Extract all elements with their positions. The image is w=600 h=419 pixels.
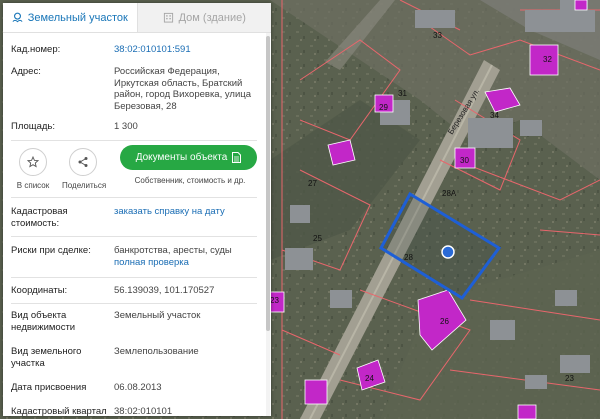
risks-value: банкротства, аресты, суды полная проверк… — [114, 245, 257, 268]
info-label: Вид земельного участка — [11, 346, 82, 369]
info-row-risks: Риски при сделке: банкротства, аресты, с… — [3, 245, 265, 268]
info-row-quarter: Кадастровый квартал 38:02:010101 — [3, 406, 265, 416]
share-button[interactable]: Поделиться — [62, 148, 107, 190]
info-label: Вид объекта недвижимости — [11, 310, 76, 333]
tab-building[interactable]: Дом (здание) — [138, 3, 272, 32]
document-icon — [232, 152, 242, 163]
coords-value: 56.139039, 101.170527 — [114, 285, 215, 296]
info-row-area: Площадь: 1 300 — [3, 121, 265, 133]
parcel-label: 26 — [440, 317, 449, 326]
parcel-label: 28 — [404, 253, 413, 262]
parcel-label: 31 — [398, 89, 407, 98]
parcel-label: 34 — [490, 111, 499, 120]
object-tabs: Земельный участок Дом (здание) — [3, 3, 271, 33]
object-type-value: Земельный участок — [114, 310, 201, 321]
panel-content: Кад.номер: 38:02:010101:591 Адрес: Росси… — [3, 33, 265, 416]
info-row-land-type: Вид земельного участка Землепользование — [3, 346, 265, 370]
parcel-label: 23 — [270, 296, 279, 305]
documents-button-label: Документы объекта — [135, 152, 228, 163]
info-label: Координаты: — [11, 285, 68, 296]
info-row-date: Дата присвоения 06.08.2013 — [3, 382, 265, 394]
info-row-address: Адрес: Российская Федерация, Иркутская о… — [3, 66, 265, 112]
tab-land-plot[interactable]: Земельный участок — [3, 3, 138, 32]
parcel-label: 32 — [543, 55, 552, 64]
risks-text: банкротства, аресты, суды — [114, 245, 232, 256]
info-label: Риски при сделке: — [11, 245, 91, 256]
building-icon — [163, 12, 173, 23]
parcel-label: 27 — [308, 179, 317, 188]
action-circle — [69, 148, 97, 176]
info-row-cad-number: Кад.номер: 38:02:010101:591 — [3, 44, 265, 56]
parcel-label: 25 — [313, 234, 322, 243]
scrollbar-thumb[interactable] — [266, 36, 270, 331]
quarter-value: 38:02:010101 — [114, 406, 173, 416]
date-value: 06.08.2013 — [114, 382, 162, 393]
order-certificate-link[interactable]: заказать справку на дату — [114, 206, 257, 230]
info-label: Площадь: — [11, 121, 55, 132]
parcel-label: 30 — [460, 156, 469, 165]
share-icon — [78, 157, 88, 167]
info-label: Адрес: — [11, 66, 41, 77]
parcel-label: 33 — [433, 31, 442, 40]
full-check-link[interactable]: полная проверка — [114, 257, 257, 269]
tab-label: Земельный участок — [27, 11, 128, 24]
info-label: Кад.номер: — [11, 44, 61, 55]
parcel-label: 24 — [365, 374, 374, 383]
selected-parcel-marker — [441, 245, 455, 259]
parcel-label: 29 — [379, 103, 388, 112]
star-icon — [27, 156, 39, 168]
documents-sublabel: Собственник, стоимость и др. — [134, 176, 246, 185]
tab-label: Дом (здание) — [178, 11, 246, 24]
address-value: Российская Федерация, Иркутская область,… — [114, 66, 251, 112]
action-circle — [19, 148, 47, 176]
info-row-object-type: Вид объекта недвижимости Земельный участ… — [3, 310, 265, 334]
land-type-value: Землепользование — [114, 346, 199, 357]
action-label: В список — [16, 181, 50, 190]
object-documents-button[interactable]: Документы объекта — [120, 145, 257, 170]
object-info-panel: Земельный участок Дом (здание) Кад.номер… — [3, 3, 271, 416]
parcel-label: 28А — [442, 189, 457, 198]
info-row-coords: Координаты: 56.139039, 101.170527 — [3, 285, 265, 297]
action-bar: В список Поделиться Документы объекта Со… — [3, 141, 265, 197]
map-pin-icon — [12, 12, 23, 23]
info-label: Кадастровая стоимость: — [11, 206, 68, 229]
add-to-list-button[interactable]: В список — [12, 148, 54, 190]
info-label: Кадастровый квартал — [11, 406, 107, 416]
action-label: Поделиться — [62, 181, 107, 190]
area-value: 1 300 — [114, 121, 138, 132]
parcel-label: 23 — [565, 374, 574, 383]
cad-number-value[interactable]: 38:02:010101:591 — [114, 44, 257, 56]
info-label: Дата присвоения — [11, 382, 87, 393]
info-row-cad-value: Кадастровая стоимость: заказать справку … — [3, 206, 265, 230]
